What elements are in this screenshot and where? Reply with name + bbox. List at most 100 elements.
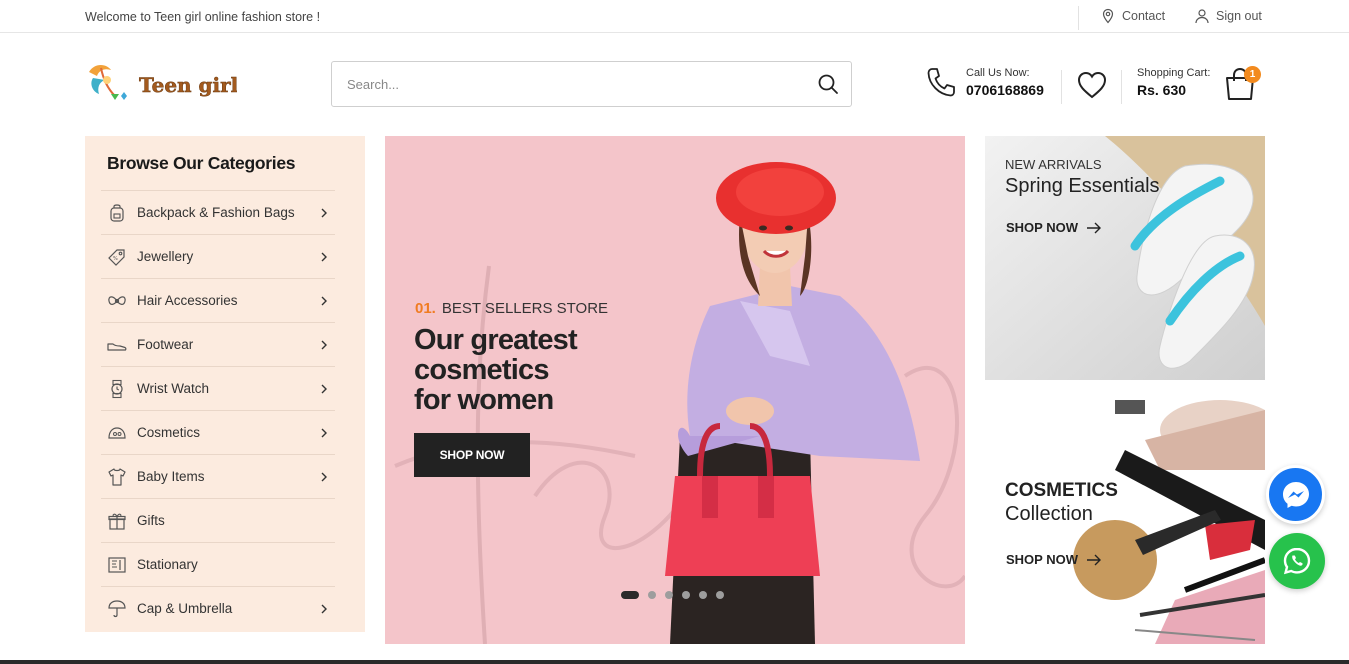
category-item-cap-umbrella[interactable]: Cap & Umbrella (101, 586, 335, 630)
category-list: Backpack & Fashion Bags % Jewellery Hair… (101, 190, 335, 630)
search-bar (331, 61, 852, 107)
category-item-cosmetics[interactable]: Cosmetics (101, 410, 335, 454)
jewellery-tag-icon: % (106, 246, 128, 268)
category-item-backpack[interactable]: Backpack & Fashion Bags (101, 190, 335, 234)
banner-subtitle: NEW ARRIVALS (1005, 157, 1102, 172)
chevron-right-icon (321, 208, 327, 217)
chevron-right-icon (321, 340, 327, 349)
category-item-gifts[interactable]: Gifts (101, 498, 335, 542)
category-sidebar: Browse Our Categories Backpack & Fashion… (85, 136, 365, 632)
category-item-hair-accessories[interactable]: Hair Accessories (101, 278, 335, 322)
chevron-right-icon (321, 384, 327, 393)
category-title: Browse Our Categories (107, 153, 296, 173)
category-label: Cap & Umbrella (137, 601, 233, 616)
header-divider (1121, 70, 1122, 104)
category-item-stationary[interactable]: Stationary (101, 542, 335, 586)
gift-icon (106, 510, 128, 532)
banner-title: Collection (1005, 503, 1093, 525)
cart-summary[interactable]: Shopping Cart: Rs. 630 (1137, 67, 1210, 98)
arrow-right-icon (1087, 554, 1101, 565)
cart-count-badge: 1 (1244, 66, 1261, 83)
contact-label: Contact (1122, 9, 1166, 23)
arrow-right-icon (1087, 222, 1101, 233)
chevron-right-icon (321, 428, 327, 437)
category-label: Backpack & Fashion Bags (137, 205, 295, 220)
category-item-jewellery[interactable]: % Jewellery (101, 234, 335, 278)
hero-kicker: 01. BEST SELLERS STORE (415, 300, 608, 317)
heart-icon (1077, 71, 1107, 99)
hero-slide-number: 01. (415, 300, 436, 317)
cosmetics-icon (106, 422, 128, 444)
cosmetics-collection-banner[interactable]: COSMETICS Collection SHOP NOW (985, 400, 1265, 644)
category-label: Wrist Watch (137, 381, 210, 396)
category-label: Cosmetics (137, 425, 201, 440)
slider-dot[interactable] (716, 591, 724, 599)
slider-dot[interactable] (648, 591, 656, 599)
category-label: Stationary (137, 557, 198, 572)
search-icon (818, 74, 838, 94)
slider-dots (621, 591, 724, 599)
hero-shop-now-button[interactable]: SHOP NOW (414, 433, 530, 477)
hero-headline-line: Our greatest (414, 324, 578, 356)
welcome-message: Welcome to Teen girl online fashion stor… (85, 10, 321, 24)
shoe-icon (106, 334, 128, 356)
hero-kicker-text: BEST SELLERS STORE (441, 300, 609, 317)
user-icon (1195, 9, 1209, 24)
category-label: Footwear (137, 337, 194, 352)
banner-subtitle: COSMETICS (1005, 480, 1118, 501)
search-button[interactable] (805, 62, 851, 106)
page-bottom-bar (0, 660, 1349, 664)
category-label: Baby Items (137, 469, 205, 484)
chevron-right-icon (321, 472, 327, 481)
hero-headline-line: for women (414, 384, 554, 416)
slider-dot[interactable] (621, 591, 639, 599)
flip-flops-image (985, 136, 1265, 380)
hair-bow-icon (106, 290, 128, 312)
chevron-right-icon (321, 604, 327, 613)
baby-onesie-icon (106, 466, 128, 488)
hero-slider: 01. BEST SELLERS STORE Our greatest cosme… (385, 136, 965, 644)
messenger-chat-button[interactable] (1266, 465, 1325, 524)
chevron-right-icon (321, 296, 327, 305)
model-with-handbag-image (665, 162, 920, 644)
banner-shop-now-label: SHOP NOW (1006, 552, 1078, 567)
chevron-right-icon (321, 252, 327, 261)
category-item-wrist-watch[interactable]: Wrist Watch (101, 366, 335, 410)
backpack-icon (106, 202, 128, 224)
topbar-divider (1078, 6, 1079, 30)
call-label: Call Us Now: (966, 66, 1030, 79)
spring-essentials-banner[interactable]: NEW ARRIVALS Spring Essentials SHOP NOW (985, 136, 1265, 380)
hero-headline-line: cosmetics (414, 354, 549, 386)
cart-label: Shopping Cart: (1137, 67, 1211, 79)
stationary-icon (106, 554, 128, 576)
category-item-footwear[interactable]: Footwear (101, 322, 335, 366)
category-label: Jewellery (137, 249, 194, 264)
contact-link[interactable]: Contact (1100, 8, 1165, 24)
header-divider (1061, 70, 1062, 104)
watch-icon (106, 378, 128, 400)
slider-dot[interactable] (665, 591, 673, 599)
banner-shop-now-link[interactable]: SHOP NOW (1006, 552, 1102, 567)
logo-text: Teen girl (139, 73, 237, 97)
sign-out-label: Sign out (1216, 9, 1262, 23)
slider-dot[interactable] (699, 591, 707, 599)
cart-total: Rs. 630 (1137, 82, 1187, 98)
location-pin-icon (1102, 8, 1114, 24)
call-us[interactable]: Call Us Now: 0706168869 (926, 66, 1044, 98)
site-logo[interactable]: Teen girl (85, 58, 239, 110)
sign-out-link[interactable]: Sign out (1194, 8, 1262, 24)
search-input[interactable] (332, 62, 805, 106)
phone-number: 0706168869 (966, 81, 1044, 98)
cap-umbrella-icon (106, 598, 128, 620)
cart-button[interactable]: 1 (1223, 66, 1261, 107)
whatsapp-icon (1283, 547, 1311, 575)
category-label: Gifts (137, 513, 165, 528)
banner-shop-now-link[interactable]: SHOP NOW (1006, 220, 1102, 235)
hero-headline: Our greatest cosmetics for women (414, 325, 654, 415)
category-item-baby-items[interactable]: Baby Items (101, 454, 335, 498)
wishlist-button[interactable] (1076, 70, 1108, 105)
category-label: Hair Accessories (137, 293, 238, 308)
top-bar: Welcome to Teen girl online fashion stor… (0, 0, 1349, 33)
whatsapp-chat-button[interactable] (1269, 533, 1325, 589)
slider-dot[interactable] (682, 591, 690, 599)
